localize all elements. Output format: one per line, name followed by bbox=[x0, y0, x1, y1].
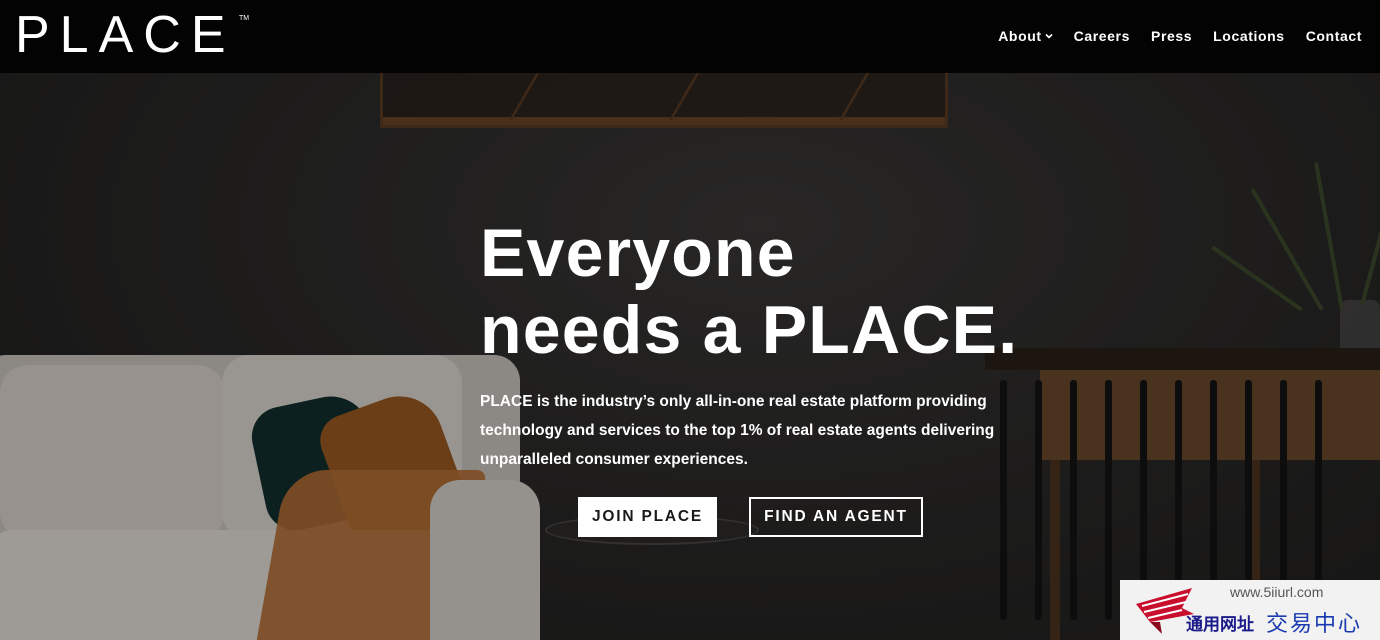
hero-title-line2: needs a PLACE. bbox=[480, 292, 1019, 368]
chevron-down-icon bbox=[1045, 33, 1053, 39]
main-nav: About Careers Press Locations Contact bbox=[977, 24, 1362, 48]
svg-text:PLACE: PLACE bbox=[15, 9, 236, 59]
nav-contact[interactable]: Contact bbox=[1306, 24, 1362, 48]
nav-careers[interactable]: Careers bbox=[1074, 24, 1130, 48]
hero-buttons: JOIN PLACE FIND AN AGENT bbox=[578, 497, 923, 537]
nav-contact-label: Contact bbox=[1305, 28, 1362, 44]
nav-press[interactable]: Press bbox=[1151, 24, 1192, 48]
hero-title: Everyone needs a PLACE. bbox=[480, 215, 1100, 369]
nav-locations[interactable]: Locations bbox=[1213, 24, 1285, 48]
watermark-text-right: 交易中心 bbox=[1266, 612, 1363, 637]
watermark-url: www.5iiurl.com bbox=[1230, 584, 1324, 600]
trademark-symbol: TM bbox=[239, 15, 249, 22]
site-header: PLACE TM About Careers Press Locations C… bbox=[0, 0, 1380, 73]
nav-locations-label: Locations bbox=[1213, 28, 1285, 44]
nav-about[interactable]: About bbox=[998, 24, 1053, 48]
hero-title-line1: Everyone bbox=[480, 215, 796, 291]
hero-description: PLACE is the industry’s only all-in-one … bbox=[480, 393, 995, 468]
nav-press-label: Press bbox=[1151, 28, 1193, 44]
join-place-button[interactable]: JOIN PLACE bbox=[578, 497, 717, 537]
watermark: www.5iiurl.com 通用网址 交易中心 bbox=[1120, 580, 1380, 640]
nav-about-label: About bbox=[998, 28, 1042, 44]
place-logo[interactable]: PLACE TM bbox=[15, 9, 251, 59]
watermark-text-left: 通用网址 bbox=[1186, 615, 1254, 635]
hero-section: Everyone needs a PLACE. PLACE is the ind… bbox=[480, 215, 1100, 474]
nav-careers-label: Careers bbox=[1073, 28, 1130, 44]
find-agent-button[interactable]: FIND AN AGENT bbox=[749, 497, 923, 537]
